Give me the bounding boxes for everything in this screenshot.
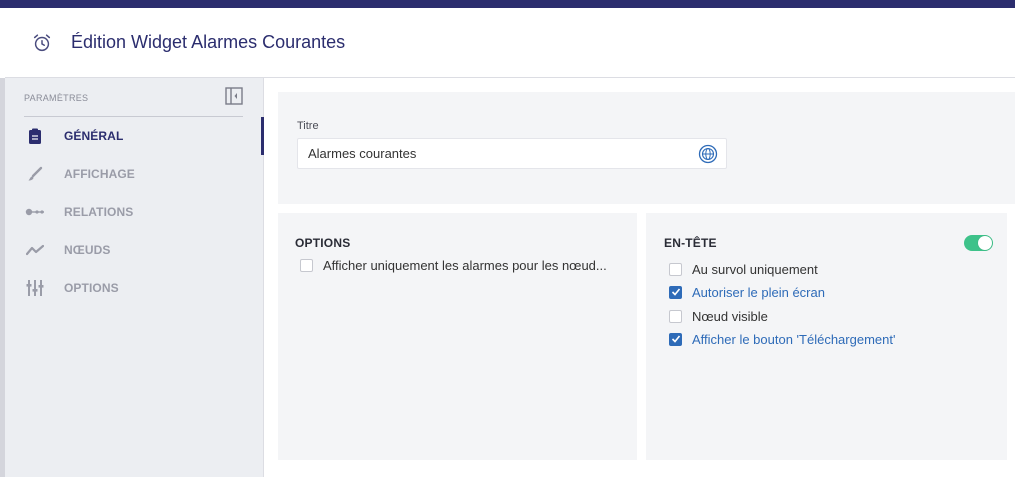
checkbox-label: Autoriser le plein écran [692, 284, 825, 300]
header-toggle[interactable] [964, 235, 993, 251]
option-download-button[interactable]: Afficher le bouton 'Téléchargement' [669, 330, 895, 348]
header-card: EN-TÊTE Au survol uniquement Autoriser l… [646, 213, 1007, 460]
sidebar-item-label: OPTIONS [64, 281, 119, 295]
brush-icon [25, 164, 45, 184]
sidebar-item-label: RELATIONS [64, 205, 134, 219]
options-card: OPTIONS Afficher uniquement les alarmes … [278, 213, 637, 460]
checkbox[interactable] [300, 258, 313, 272]
sliders-icon [25, 278, 45, 298]
settings-sidebar: PARAMÈTRES GÉNÉRAL AFFICHAGE RELATIONS N… [5, 78, 264, 477]
main-panel: Titre OPTIONS Afficher uniquement les al… [264, 78, 1015, 477]
sidebar-item-relations[interactable]: RELATIONS [5, 193, 264, 231]
sidebar-section-header: PARAMÈTRES [24, 87, 243, 117]
options-heading: OPTIONS [295, 236, 351, 250]
sidebar-item-options[interactable]: OPTIONS [5, 269, 264, 307]
check-icon [671, 335, 680, 343]
title-card: Titre [278, 92, 1015, 204]
dialog-title: Édition Widget Alarmes Courantes [71, 32, 346, 52]
title-field-label: Titre [297, 120, 319, 132]
checkbox-label: Nœud visible [692, 308, 768, 324]
relations-icon [25, 202, 45, 222]
top-accent-bar [0, 0, 1015, 8]
sidebar-item-affichage[interactable]: AFFICHAGE [5, 155, 264, 193]
clipboard-icon [25, 126, 45, 146]
checkbox-checked[interactable] [669, 332, 682, 346]
check-icon [671, 288, 680, 296]
dialog-header: Édition Widget Alarmes Courantes [5, 8, 1015, 78]
header-heading: EN-TÊTE [664, 236, 717, 250]
title-field[interactable] [297, 138, 727, 169]
checkbox-checked[interactable] [669, 285, 682, 299]
sidebar-item-label: GÉNÉRAL [64, 129, 124, 143]
alarm-clock-icon [33, 33, 51, 51]
checkbox[interactable] [669, 262, 682, 276]
sidebar-item-general[interactable]: GÉNÉRAL [5, 117, 264, 155]
option-node-visible[interactable]: Nœud visible [669, 307, 768, 325]
checkbox-label: Au survol uniquement [692, 261, 818, 277]
globe-translate-icon[interactable] [698, 144, 718, 164]
option-hover-only[interactable]: Au survol uniquement [669, 260, 818, 278]
title-input[interactable] [298, 139, 693, 168]
checkbox[interactable] [669, 309, 682, 323]
sidebar-item-label: AFFICHAGE [64, 167, 135, 181]
checkbox-label: Afficher uniquement les alarmes pour les… [323, 257, 607, 273]
collapse-sidebar-icon[interactable] [225, 87, 243, 105]
toggle-knob [978, 236, 992, 250]
sidebar-item-noeuds[interactable]: NŒUDS [5, 231, 264, 269]
checkbox-label: Afficher le bouton 'Téléchargement' [692, 331, 896, 347]
trend-line-icon [25, 240, 45, 260]
sidebar-item-label: NŒUDS [64, 243, 111, 257]
option-only-node-alarms[interactable]: Afficher uniquement les alarmes pour les… [300, 256, 630, 274]
option-allow-fullscreen[interactable]: Autoriser le plein écran [669, 283, 825, 301]
sidebar-section-label: PARAMÈTRES [24, 93, 89, 103]
